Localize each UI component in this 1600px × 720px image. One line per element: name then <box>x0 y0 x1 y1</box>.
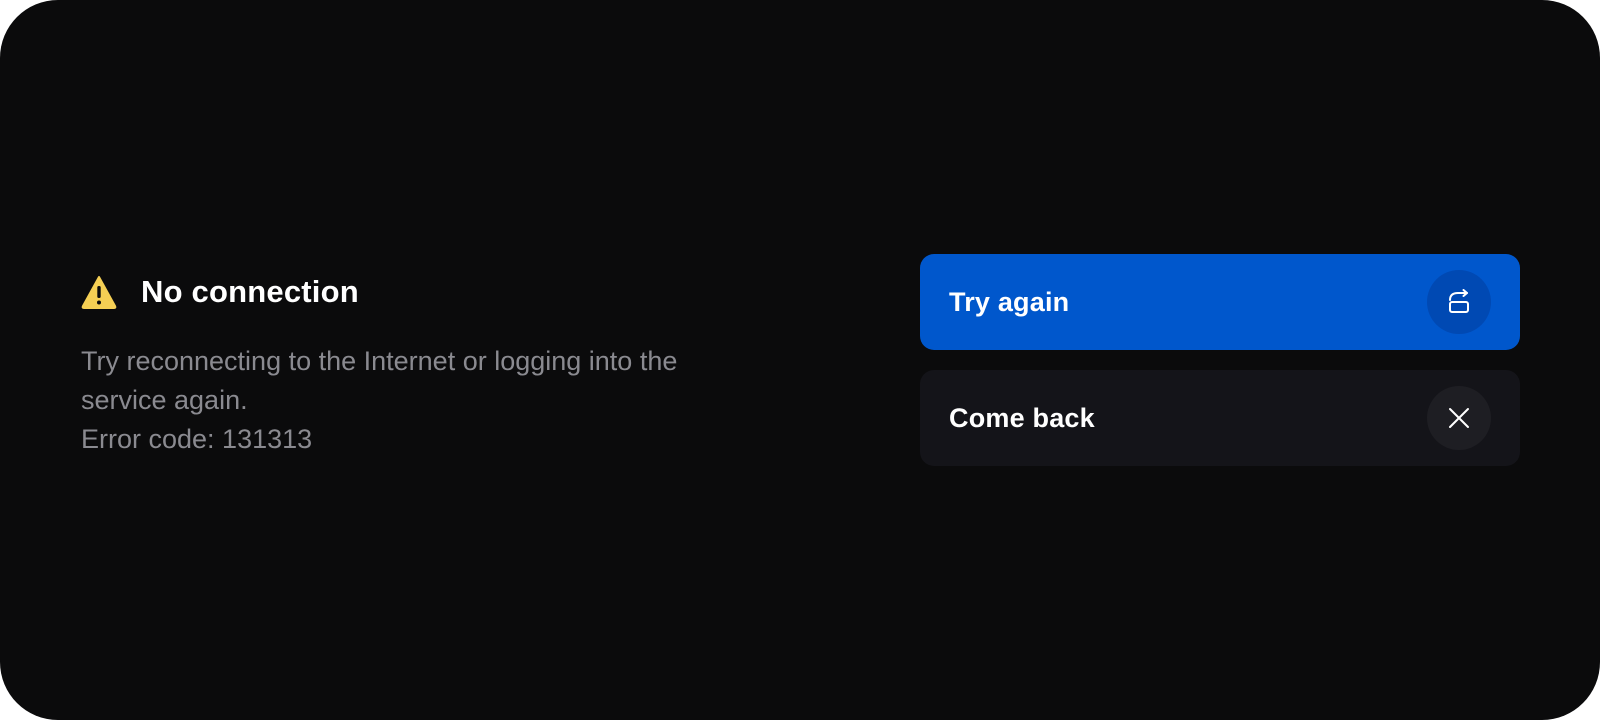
try-again-label: Try again <box>949 286 1070 317</box>
error-header: No connection <box>81 272 801 312</box>
come-back-label: Come back <box>949 402 1095 433</box>
error-description: Try reconnecting to the Internet or logg… <box>81 342 781 459</box>
error-code: Error code: 131313 <box>81 424 313 454</box>
try-again-button[interactable]: Try again <box>920 254 1520 350</box>
error-message: No connection Try reconnecting to the In… <box>81 272 801 459</box>
error-title: No connection <box>141 274 359 309</box>
error-dialog: No connection Try reconnecting to the In… <box>0 0 1600 720</box>
retry-icon <box>1427 270 1491 334</box>
come-back-button[interactable]: Come back <box>920 370 1520 466</box>
error-description-line: service again. <box>81 385 248 415</box>
error-description-line: Try reconnecting to the Internet or logg… <box>81 346 678 376</box>
warning-icon <box>81 275 117 309</box>
close-icon <box>1427 386 1491 450</box>
